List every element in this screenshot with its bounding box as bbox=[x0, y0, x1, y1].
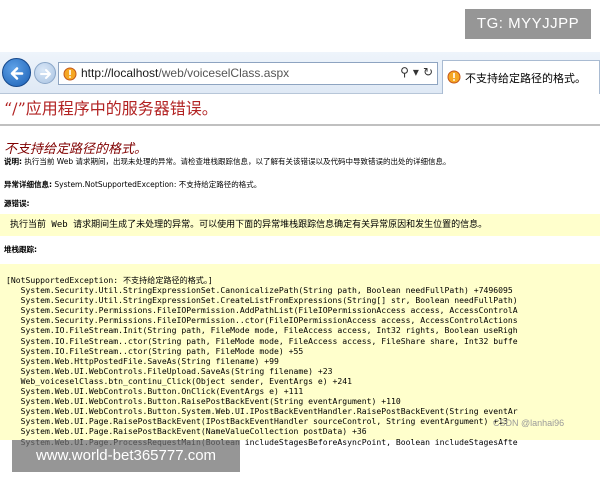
dropdown-icon[interactable]: ▾ bbox=[413, 65, 419, 79]
stack-trace-line: System.Web.UI.WebControls.FileUpload.Sav… bbox=[6, 365, 333, 376]
stack-trace-line: System.IO.FileStream..ctor(String path, … bbox=[6, 345, 304, 356]
error-title: 不支持给定路径的格式。 bbox=[4, 142, 148, 157]
description-line: 说明: 执行当前 Web 请求期间，出现未处理的异常。请检查堆栈跟踪信息，以了解… bbox=[4, 156, 451, 167]
stack-trace-line: System.Web.UI.WebControls.Button.OnClick… bbox=[6, 386, 304, 397]
address-bar[interactable]: http://localhost/web/voiceselClass.aspx … bbox=[58, 62, 438, 85]
stack-trace-line: System.Web.UI.Page.RaisePostBackEvent(Na… bbox=[6, 426, 367, 437]
stack-trace-line: System.Security.Permissions.FileIOPermis… bbox=[6, 305, 518, 316]
source-error-hint: 执行当前 Web 请求期间生成了未处理的异常。可以使用下面的异常堆栈跟踪信息确定… bbox=[10, 220, 488, 230]
stack-trace-line: System.Web.HttpPostedFile.SaveAs(String … bbox=[6, 355, 279, 366]
search-icon[interactable]: ⚲ bbox=[400, 65, 409, 79]
source-error-line: 源错误: bbox=[4, 198, 30, 209]
address-url: http://localhost/web/voiceselClass.aspx bbox=[81, 66, 289, 80]
forward-button[interactable] bbox=[34, 62, 56, 84]
forward-arrow-icon bbox=[40, 69, 51, 79]
stack-trace-line: System.IO.FileStream..ctor(String path, … bbox=[6, 335, 518, 346]
back-arrow-icon bbox=[10, 67, 24, 80]
watermark-top: TG: MYYJJPP bbox=[465, 9, 591, 39]
browser-tab[interactable]: 不支持给定路径的格式。 bbox=[442, 60, 600, 94]
description-label: 说明: bbox=[4, 157, 22, 166]
tab-title: 不支持给定路径的格式。 bbox=[465, 72, 586, 85]
exception-label: 异常详细信息: bbox=[4, 180, 52, 189]
tab-warning-icon bbox=[447, 70, 461, 84]
heading-divider bbox=[0, 124, 600, 126]
stack-trace-line: Web_voiceselClass.btn_continu_Click(Obje… bbox=[6, 375, 352, 386]
watermark-bottom: www.world-bet365777.com bbox=[12, 440, 240, 472]
back-button[interactable] bbox=[2, 58, 31, 87]
server-error-heading: “/”应用程序中的服务器错误。 bbox=[4, 99, 218, 118]
browser-toolbar: http://localhost/web/voiceselClass.aspx … bbox=[0, 52, 600, 94]
address-tools: ⚲ ▾ ↻ bbox=[396, 65, 433, 79]
refresh-icon[interactable]: ↻ bbox=[423, 65, 433, 79]
exception-text: System.NotSupportedException: 不支持给定路径的格式… bbox=[54, 180, 262, 189]
stack-trace-line: System.IO.FileStream.Init(String path, F… bbox=[6, 325, 518, 336]
stack-trace: [NotSupportedException: 不支持给定路径的格式。] Sys… bbox=[6, 275, 518, 447]
csdn-watermark: CSDN @lanhai96 bbox=[493, 418, 565, 428]
source-error-label: 源错误: bbox=[4, 199, 30, 208]
stack-trace-label: 堆栈跟踪: bbox=[4, 245, 37, 254]
stack-trace-line: System.Security.Util.StringExpressionSet… bbox=[6, 295, 518, 306]
stack-trace-line: System.Web.UI.WebControls.Button.RaisePo… bbox=[6, 396, 401, 407]
stack-trace-line: System.Security.Util.StringExpressionSet… bbox=[6, 285, 513, 296]
description-text: 执行当前 Web 请求期间，出现未处理的异常。请检查堆栈跟踪信息，以了解有关该错… bbox=[24, 157, 451, 166]
stack-trace-line: [NotSupportedException: 不支持给定路径的格式。] bbox=[6, 275, 213, 285]
stack-trace-line: 堆栈跟踪: bbox=[4, 244, 37, 255]
stack-trace-line: System.Web.UI.Page.RaisePostBackEvent(IP… bbox=[6, 416, 508, 427]
stack-trace-line: System.Security.Permissions.FileIOPermis… bbox=[6, 315, 518, 326]
url-host: http://localhost bbox=[81, 66, 159, 80]
exception-line: 异常详细信息: System.NotSupportedException: 不支… bbox=[4, 179, 261, 190]
url-path: /web/voiceselClass.aspx bbox=[158, 66, 290, 80]
page-warning-icon bbox=[63, 67, 77, 81]
stack-trace-line: System.Web.UI.WebControls.Button.System.… bbox=[6, 406, 518, 417]
